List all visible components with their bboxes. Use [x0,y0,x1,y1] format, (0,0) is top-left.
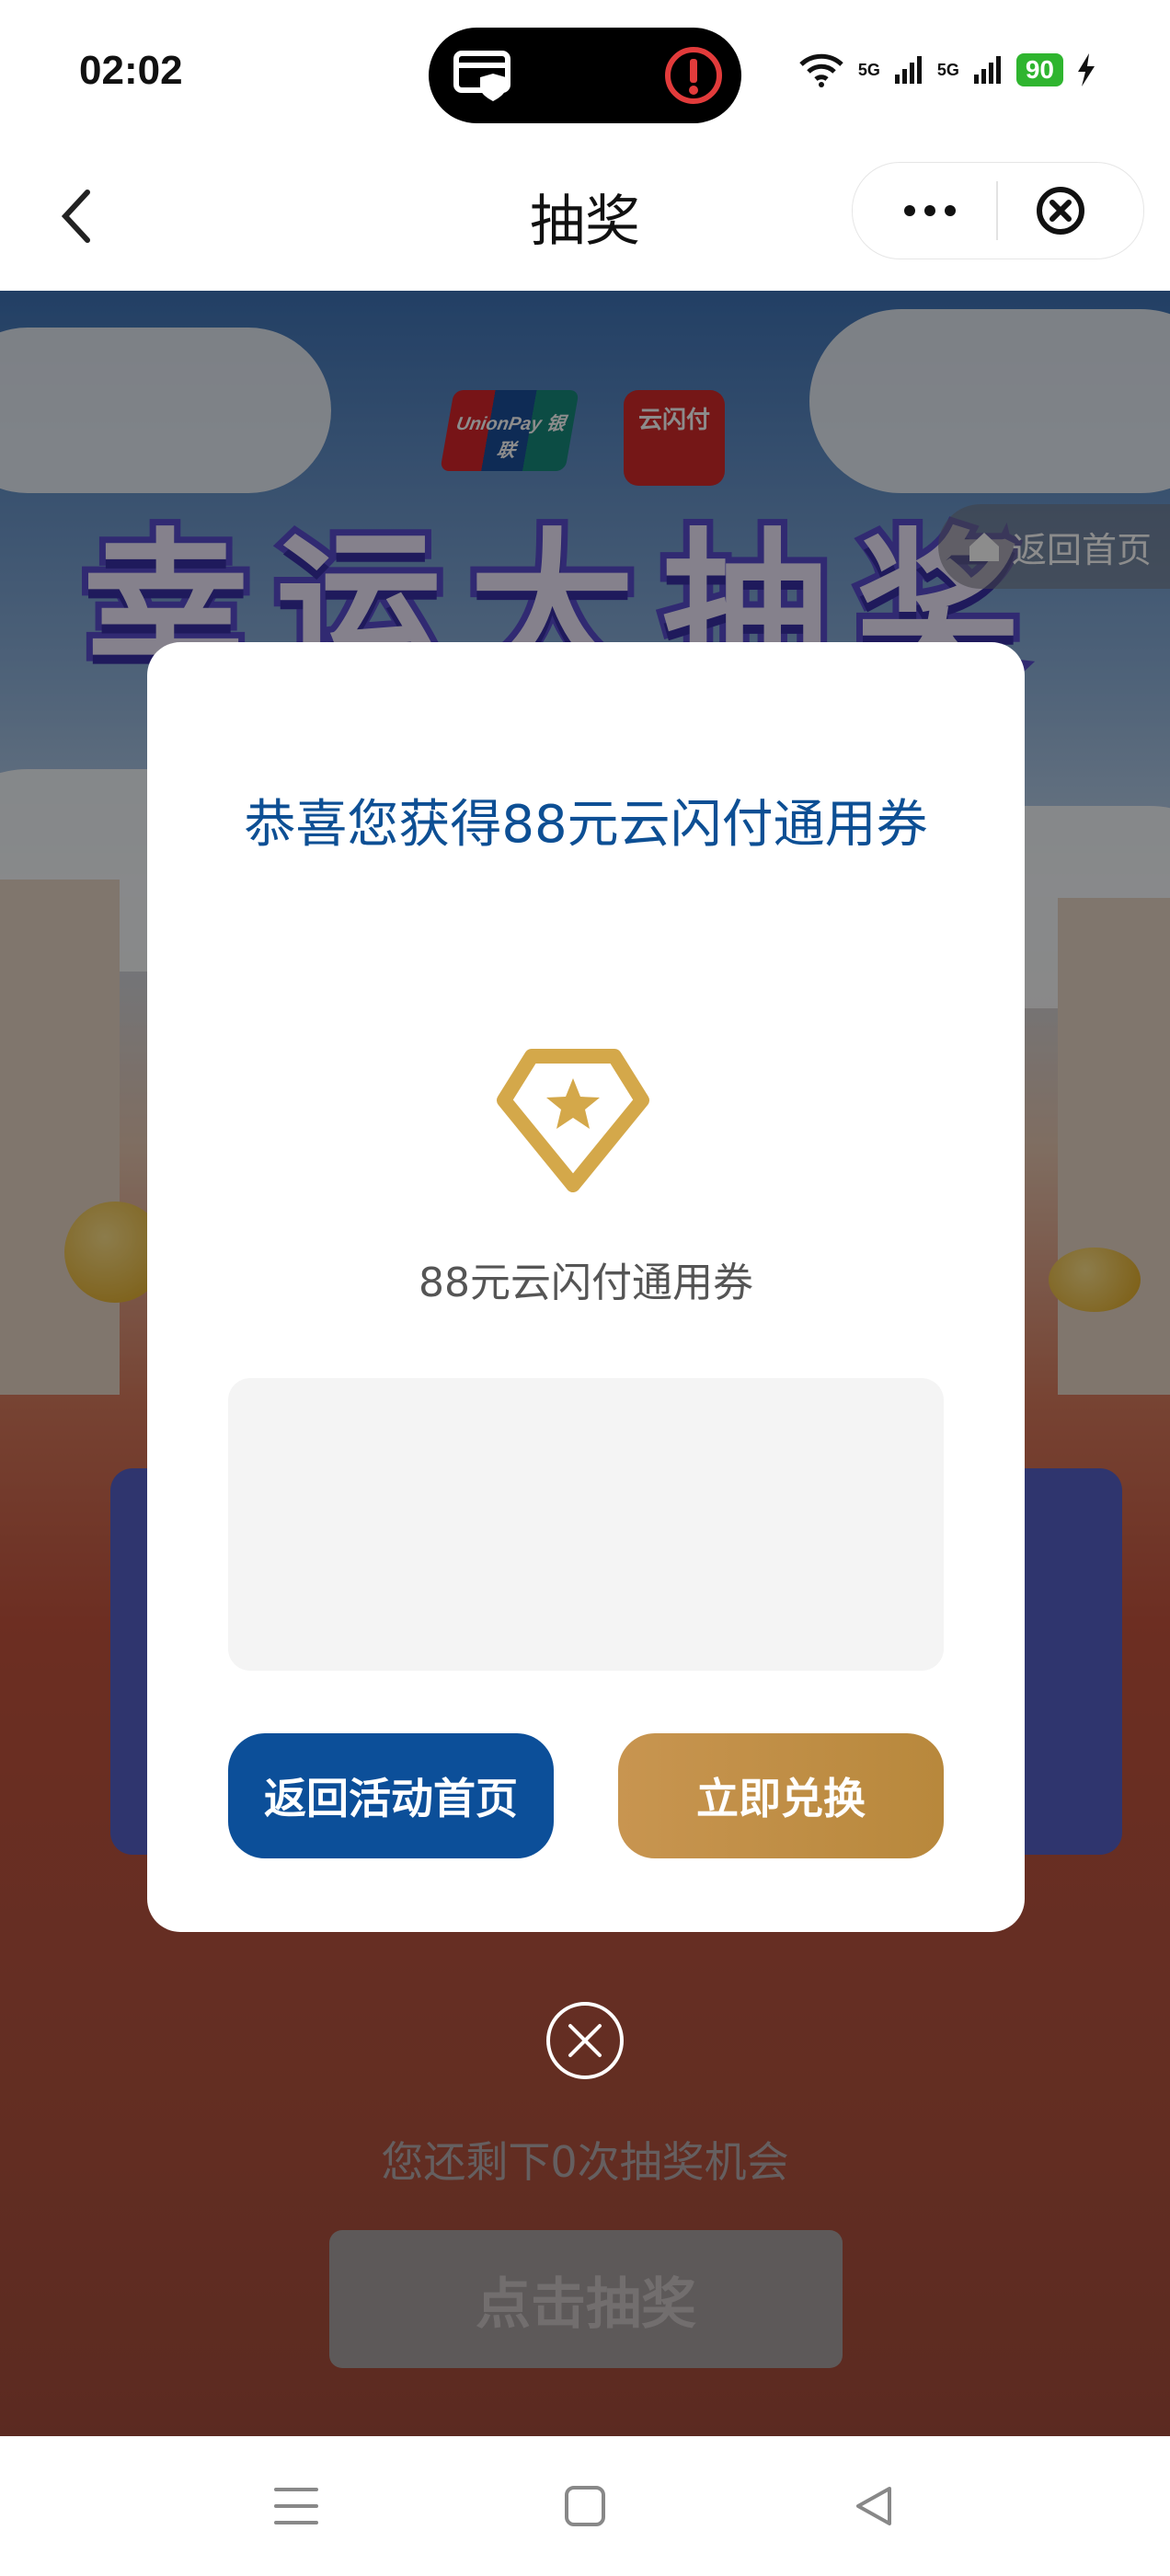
more-button[interactable] [893,185,967,236]
back-to-activity-button[interactable]: 返回活动首页 [228,1733,554,1858]
diamond-star-icon [497,1049,649,1192]
mini-program-nav-bar: 抽奖 [0,147,1170,291]
back-to-activity-label: 返回活动首页 [264,1774,518,1823]
square-icon [565,2486,605,2526]
menu-lines-icon [274,2488,318,2524]
alert-icon [665,47,722,104]
prize-name: 88元云闪付通用券 [419,1259,753,1306]
home-button[interactable] [557,2478,613,2534]
capsule-divider [996,181,998,240]
status-indicators: 5G 5G 90 [797,52,1096,88]
close-miniprogram-button[interactable] [1033,183,1088,238]
system-navigation-bar [0,2436,1170,2576]
signal-icon [894,56,922,84]
recent-apps-button[interactable] [269,2478,324,2534]
wifi-icon [799,53,843,87]
card-shield-icon [453,51,510,101]
dialog-close-icon[interactable] [545,2000,625,2081]
coupon-info-box [228,1378,944,1671]
redeem-button-label: 立即兑换 [696,1774,866,1823]
battery-level: 90 [1015,53,1063,86]
prize-dialog-title: 恭喜您获得88元云闪付通用券 [244,795,928,855]
network-type-1: 5G [857,60,880,79]
status-bar: 02:02 5G 5G 90 [0,0,1170,147]
status-time: 02:02 [79,48,183,93]
signal-icon-2 [973,56,1001,84]
system-back-button[interactable] [846,2478,901,2534]
triangle-back-icon [856,2487,891,2525]
network-type-2: 5G [936,60,959,79]
close-circle-icon [1037,187,1084,235]
more-dots-icon [904,205,956,216]
dynamic-island [429,28,741,123]
capsule-menu [852,162,1144,259]
charging-icon [1078,53,1095,86]
redeem-button[interactable]: 立即兑换 [618,1733,944,1858]
prize-dialog: 恭喜您获得88元云闪付通用券 88元云闪付通用券 返回活动首页 立即兑换 [147,642,1025,1932]
